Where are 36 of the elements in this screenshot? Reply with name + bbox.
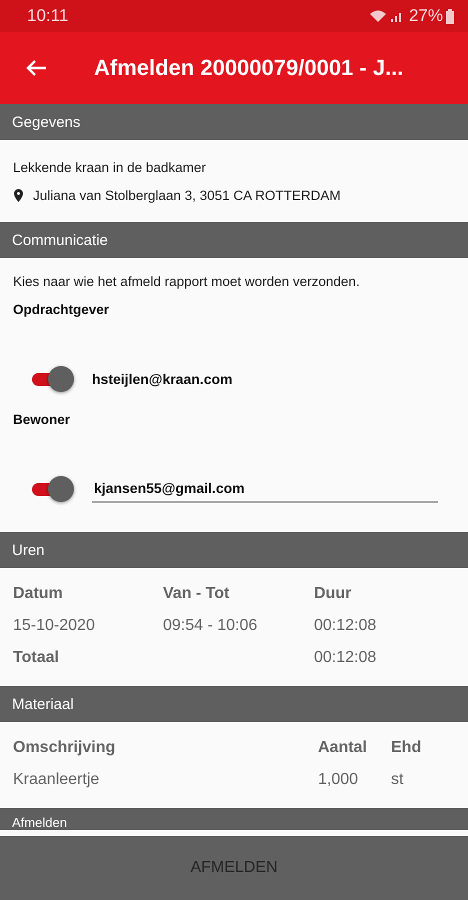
toggle-switch[interactable]: [32, 476, 74, 502]
table-cell-text: Kraanleertje: [13, 771, 100, 790]
email-field[interactable]: kjansen55@gmail.com: [92, 476, 438, 502]
battery-icon: [446, 8, 454, 24]
table-cell-text: 09:54 - 10:06: [163, 617, 258, 636]
email-address: hsteijlen@kraan.com: [92, 371, 232, 387]
section-header: Communicatie: [0, 222, 468, 258]
section-header: Gegevens: [0, 104, 468, 140]
table-cell-text: st: [391, 771, 404, 790]
back-arrow-icon: [25, 59, 47, 77]
section-header: Materiaal: [0, 686, 468, 722]
battery-percentage: 27%: [408, 6, 443, 26]
total-label: Totaal: [13, 649, 60, 668]
column-header: Van - Tot: [163, 585, 230, 604]
recipient-label: Opdrachtgever: [13, 302, 110, 317]
table-cell-text: 15-10-2020: [13, 617, 96, 636]
address-text: Juliana van Stolberglaan 3, 3051 CA ROTTERDAM: [33, 188, 341, 203]
table-cell-text: 00:12:08: [314, 617, 378, 636]
column-header: Ehd: [391, 739, 422, 758]
section-header: Uren: [0, 532, 468, 568]
column-header: Omschrijving: [13, 739, 116, 758]
screen-title: Afmelden 20000079/0001 - J...: [94, 55, 404, 81]
location-pin-icon: [14, 189, 23, 202]
column-header: Aantal: [318, 739, 368, 758]
wifi-icon: [368, 9, 387, 23]
column-header: Datum: [13, 585, 64, 604]
recipient-label: Bewoner: [13, 412, 72, 427]
total-value: 00:12:08: [314, 649, 378, 668]
status-time: 10:11: [27, 6, 68, 26]
instruction-text: Kies naar wie het afmeld rapport moet worden verzonden.: [13, 274, 361, 289]
section-header: Afmelden: [0, 808, 468, 830]
toggle-switch[interactable]: [32, 366, 74, 392]
back-button[interactable]: [25, 59, 47, 77]
column-header: Duur: [314, 585, 352, 604]
table-cell-text: 1,000: [318, 771, 360, 790]
job-description: Lekkende kraan in de badkamer: [13, 160, 207, 175]
